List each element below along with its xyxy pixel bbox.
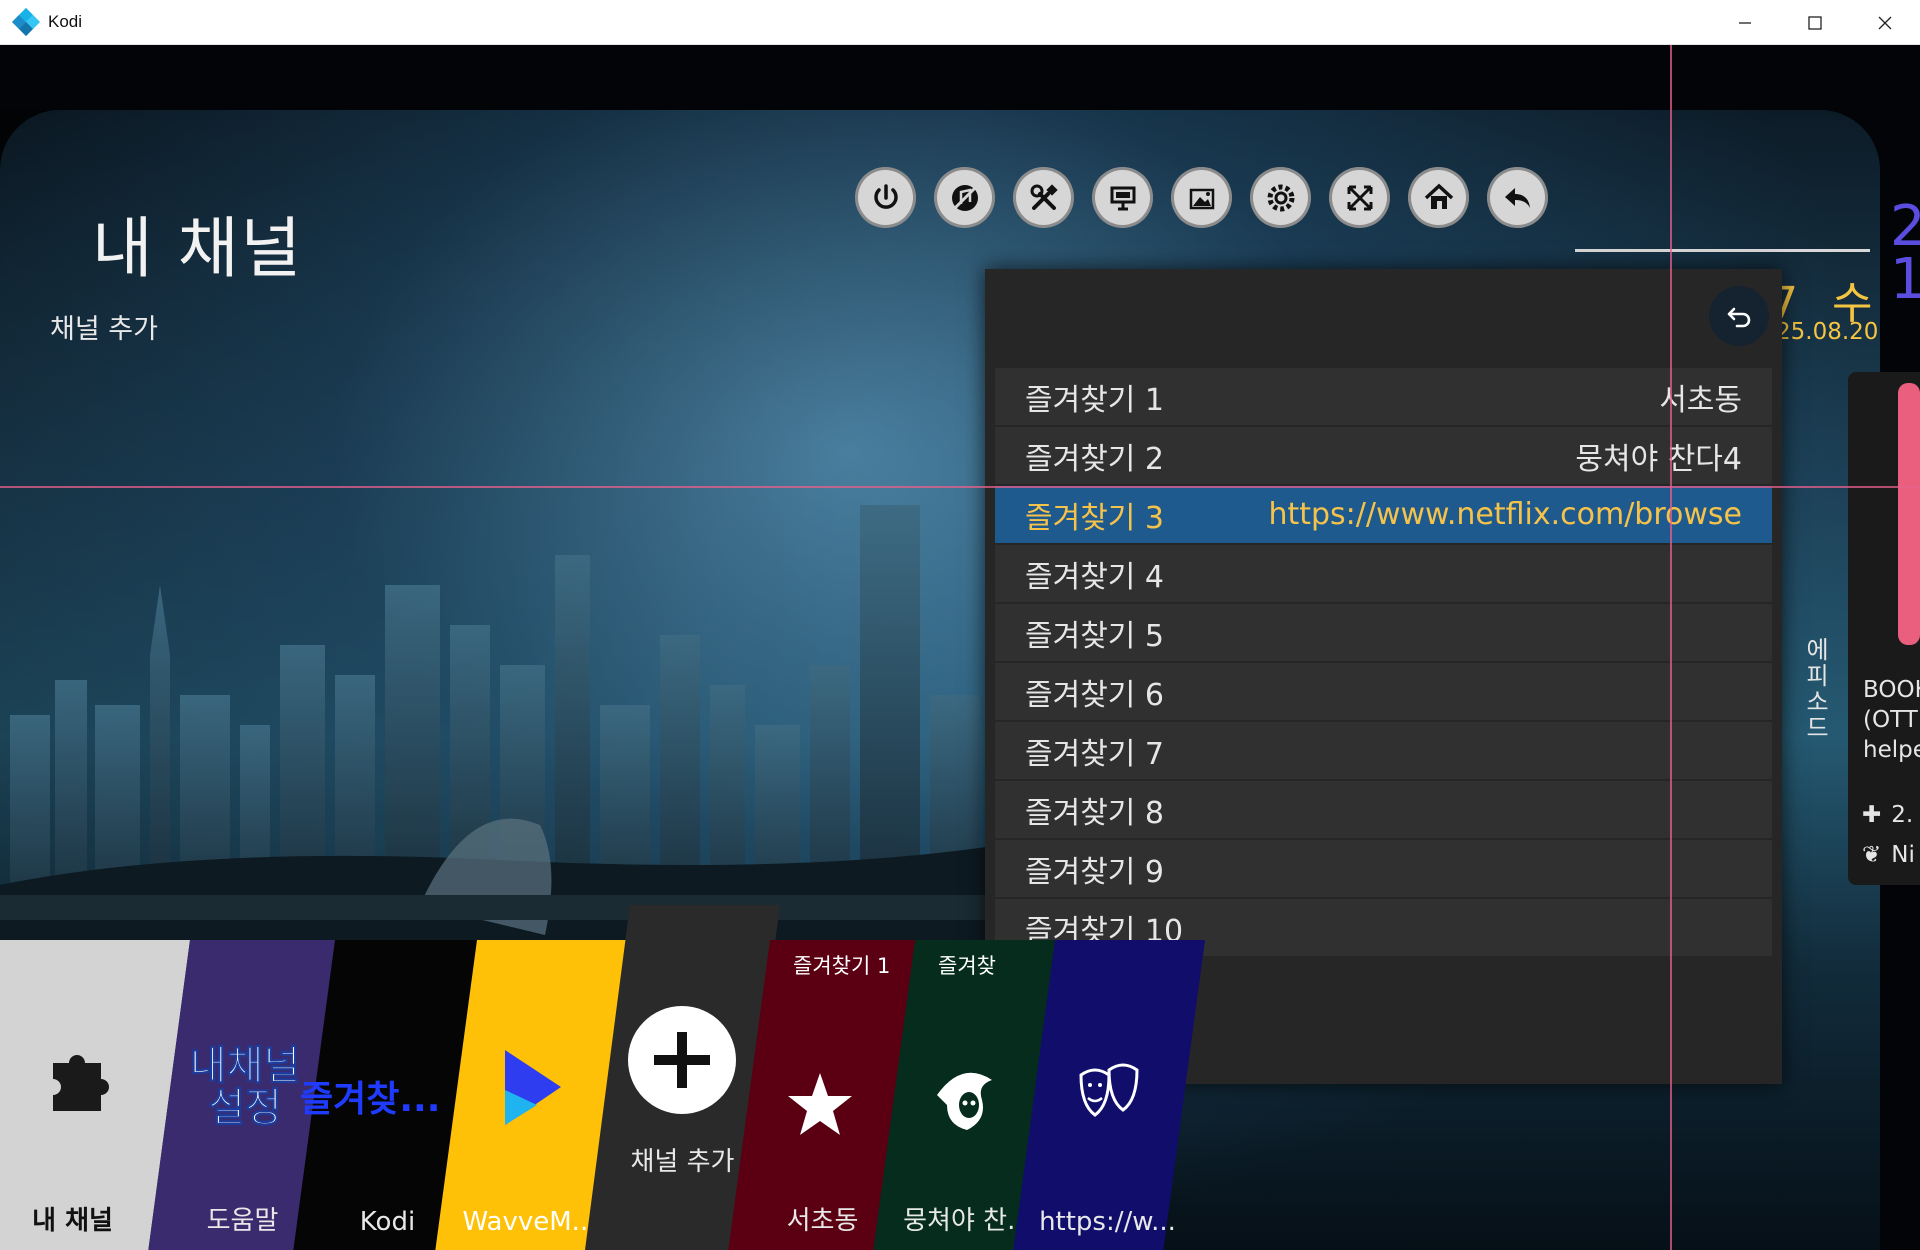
fullscreen-button[interactable] [1329,167,1390,228]
pictures-button[interactable] [1171,167,1232,228]
favourite-item-6[interactable]: 즐겨찾기 6 [995,663,1772,720]
favourite-item-2[interactable]: 즐겨찾기 2 뭉쳐야 찬다4 [995,427,1772,484]
maximize-button[interactable] [1780,0,1850,45]
city-skyline-image [0,505,1000,965]
presentation-button[interactable] [1092,167,1153,228]
clock-time: 2 1 [1890,194,1920,313]
reaper-icon [937,1072,992,1130]
settings-button[interactable] [1250,167,1311,228]
picture-icon [1189,188,1214,209]
top-icon-bar [855,167,1548,228]
info-author-row: ❦ Ni [1862,842,1915,868]
puzzle-small-icon: ✚ [1862,802,1882,828]
author-icon: ❦ [1862,842,1882,868]
info-version-row: ✚ 2. [1862,802,1914,828]
tools-icon [1030,183,1058,210]
topbar-divider [1575,249,1870,252]
gears-icon [1267,184,1294,211]
dialog-back-button[interactable] [1709,286,1769,346]
close-button[interactable] [1850,0,1920,45]
no-music-icon [951,184,978,211]
window-title: Kodi [48,12,83,31]
maximize-icon [1808,15,1822,30]
play-icon [505,1050,561,1125]
info-scrollbar[interactable] [1898,383,1920,645]
favourite-item-4[interactable]: 즐겨찾기 4 [995,545,1772,602]
clock-date: 25.08.20 [1776,319,1879,345]
page-title: 내 채널 [92,210,304,287]
theatre-icon [1079,1063,1139,1117]
home-menu: 내 채널 내채널 설정 도움말 즐겨찾... Kodi WavveM... 채널… [0,895,1205,1250]
close-icon [1878,16,1892,29]
favourite-item-5[interactable]: 즐겨찾기 5 [995,604,1772,661]
window-controls [1710,0,1920,45]
power-button[interactable] [855,167,916,228]
window-titlebar: Kodi [0,0,1920,45]
favourite-item-7[interactable]: 즐겨찾기 7 [995,722,1772,779]
favourite-item-1[interactable]: 즐겨찾기 1 서초동 [995,368,1772,425]
home-button[interactable] [1408,167,1469,228]
back-button[interactable] [1487,167,1548,228]
info-vertical-label: 에피소드 [1801,637,1829,741]
favourite-item-8[interactable]: 즐겨찾기 8 [995,781,1772,838]
kodi-logo-icon [11,7,41,37]
kodi-stage: 내 채널 채널 추가 7 수 25.08.20 2 1 에피소드 BOO (OT… [0,45,1920,1250]
favourite-item-9[interactable]: 즐겨찾기 9 [995,840,1772,897]
presentation-icon [1110,186,1135,210]
minimize-button[interactable] [1710,0,1780,45]
return-icon [1727,307,1751,328]
guide-line-horizontal [0,486,1920,488]
plus-icon [628,1006,736,1114]
puzzle-icon [53,1055,109,1111]
music-off-button[interactable] [934,167,995,228]
fullscreen-icon [1347,185,1372,210]
back-arrow-icon [1504,187,1530,208]
minimize-icon [1739,21,1751,24]
power-icon [873,183,898,209]
tools-button[interactable] [1013,167,1074,228]
guide-line-vertical [1670,45,1672,1250]
menu-tile-netflix[interactable]: https://w... [1010,940,1205,1250]
info-text: BOOK (OTT helpe [1863,677,1920,763]
home-icon [1424,183,1453,209]
favourite-item-3[interactable]: 즐겨찾기 3 https://www.netflix.com/browse [995,486,1772,543]
favourites-list: 즐겨찾기 1 서초동 즐겨찾기 2 뭉쳐야 찬다4 즐겨찾기 3 https://ww… [995,368,1772,958]
favourites-text-icon: 즐겨찾... [300,1079,441,1120]
page-subtitle: 채널 추가 [50,314,158,345]
star-icon [788,1073,852,1135]
